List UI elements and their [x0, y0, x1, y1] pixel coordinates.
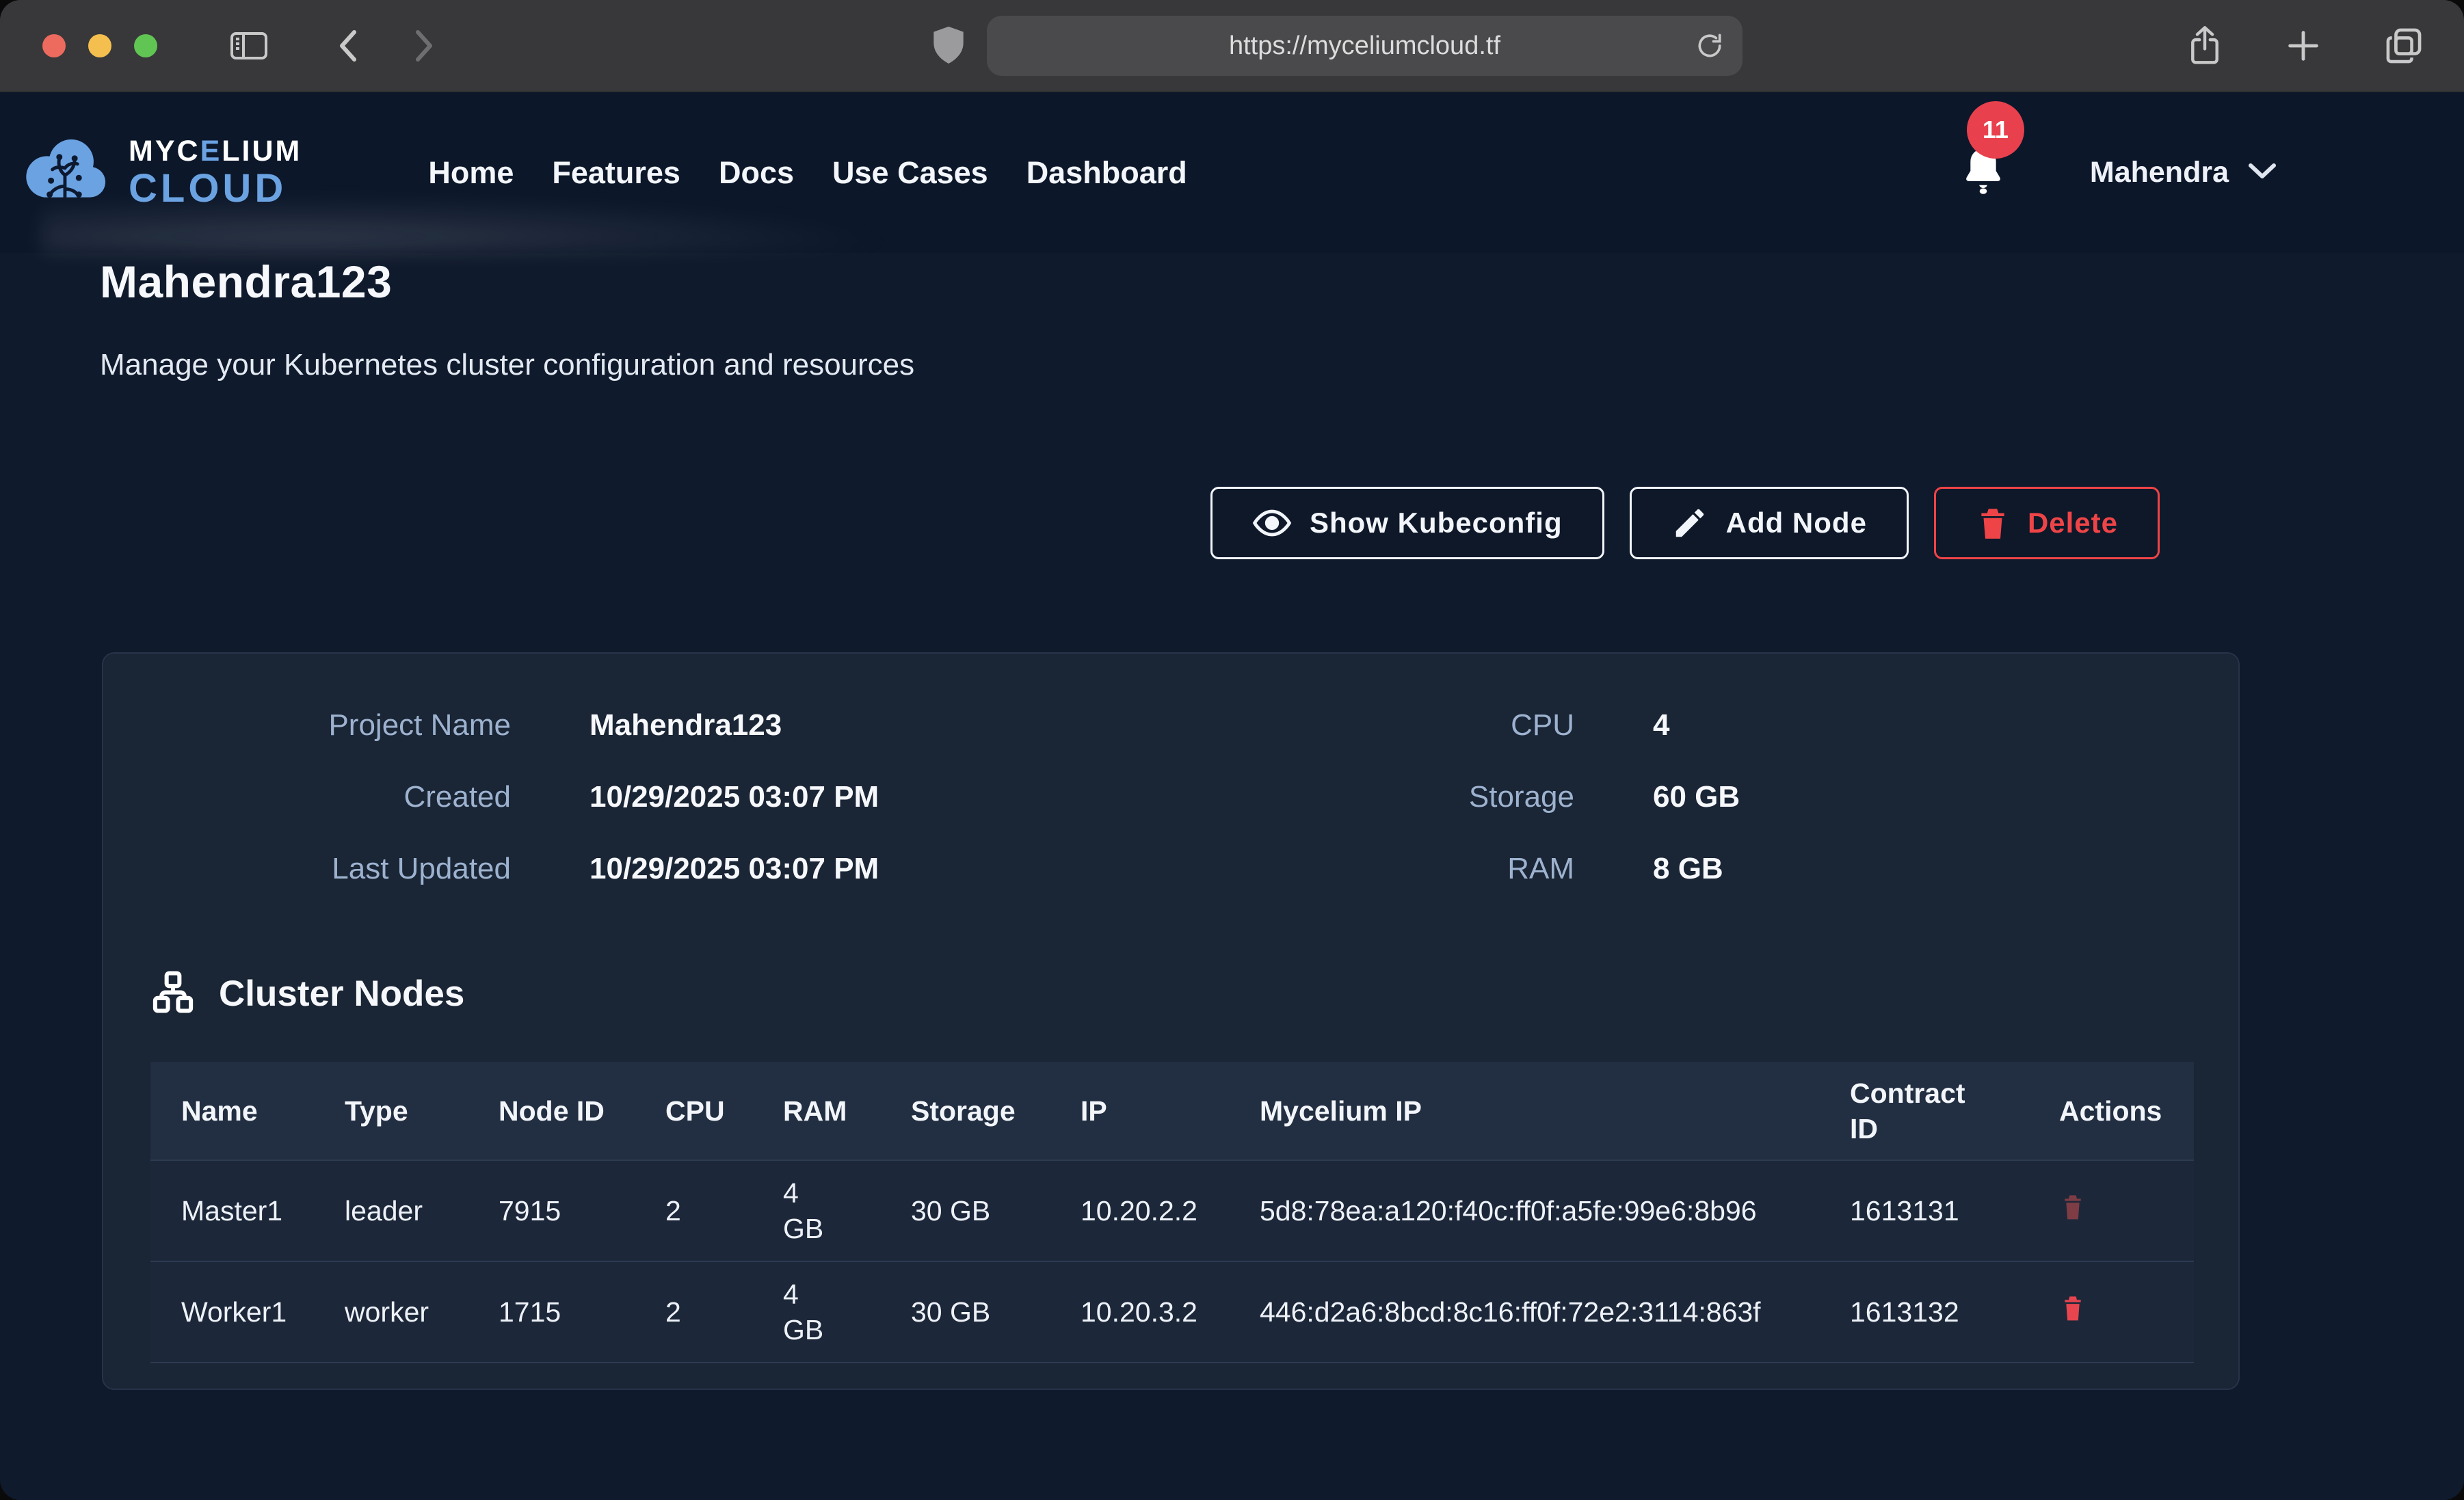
- node-cell-ram: 4 GB: [752, 1261, 880, 1363]
- site-header: MYCELIUM CLOUD HomeFeaturesDocsUse Cases…: [0, 92, 2464, 253]
- info-value: Mahendra123: [589, 708, 879, 742]
- project-info-right: CPU 4 Storage 60 GB RAM 8 GB: [1122, 708, 1740, 886]
- main-nav: Home Features Docs Use Cases Dashboard: [428, 155, 1187, 191]
- cluster-actions: Show Kubeconfig Add Node Delete: [1210, 487, 2160, 559]
- node-cell-storage: 30 GB: [880, 1261, 1050, 1363]
- node-cell-ip: 10.20.2.2: [1050, 1160, 1229, 1261]
- node-cell-ram: 4 GB: [752, 1160, 880, 1261]
- page-subtitle: Manage your Kubernetes cluster configura…: [100, 348, 914, 382]
- show-kubeconfig-button[interactable]: Show Kubeconfig: [1210, 487, 1604, 559]
- network-nodes-icon: [150, 969, 196, 1018]
- nav-item-home[interactable]: Home: [428, 155, 514, 191]
- close-window-button[interactable]: [42, 34, 66, 57]
- delete-node-icon[interactable]: [2059, 1293, 2087, 1323]
- notifications-button[interactable]: 11: [1959, 144, 2008, 202]
- nav-item-features[interactable]: Features: [552, 155, 680, 191]
- tab-overview-icon[interactable]: [2383, 25, 2424, 66]
- page-title: Mahendra123: [100, 256, 392, 308]
- node-row-master1: Master1leader791524 GB30 GB10.20.2.25d8:…: [150, 1160, 2194, 1261]
- nodes-table: NameTypeNode IDCPURAMStorageIPMycelium I…: [150, 1062, 2194, 1363]
- node-actions-cell: [2028, 1261, 2194, 1363]
- node-cell-name: Master1: [150, 1160, 314, 1261]
- traffic-lights: [42, 34, 157, 57]
- info-label: Project Name: [103, 708, 511, 742]
- node-cell-storage: 30 GB: [880, 1160, 1050, 1261]
- delete-node-icon[interactable]: [2059, 1192, 2087, 1222]
- node-cell-nodeid: 7915: [468, 1160, 635, 1261]
- column-header-cpu: CPU: [635, 1062, 752, 1160]
- node-cell-ip: 10.20.3.2: [1050, 1261, 1229, 1363]
- forward-icon[interactable]: [408, 27, 438, 65]
- info-value: 10/29/2025 03:07 PM: [589, 780, 879, 814]
- node-cell-mycip: 446:d2a6:8bcd:8c16:ff0f:72e2:3114:863f: [1229, 1261, 1819, 1363]
- column-header-type: Type: [314, 1062, 468, 1160]
- brand-e-accent: E: [200, 135, 222, 168]
- project-info-left: Project Name Mahendra123 Created 10/29/2025…: [103, 708, 879, 886]
- column-header-name: Name: [150, 1062, 314, 1160]
- node-cell-cpu: 2: [635, 1160, 752, 1261]
- node-cell-mycip: 5d8:78ea:a120:f40c:ff0f:a5fe:99e6:8b96: [1229, 1160, 1819, 1261]
- cluster-nodes-heading: Cluster Nodes: [150, 969, 464, 1018]
- minimize-window-button[interactable]: [88, 34, 111, 57]
- notification-badge: 11: [1967, 101, 2024, 159]
- back-icon[interactable]: [334, 27, 364, 65]
- info-value: 8 GB: [1653, 852, 1740, 886]
- browser-toolbar: https://myceliumcloud.tf: [0, 0, 2464, 92]
- node-cell-contract: 1613132: [1819, 1261, 2028, 1363]
- info-label: CPU: [1122, 708, 1574, 742]
- node-actions-cell: [2028, 1160, 2194, 1261]
- column-header-actions: Actions: [2028, 1062, 2194, 1160]
- node-cell-contract: 1613131: [1819, 1160, 2028, 1261]
- info-value: 4: [1653, 708, 1740, 742]
- node-cell-cpu: 2: [635, 1261, 752, 1363]
- column-header-ram: RAM: [752, 1062, 880, 1160]
- share-icon[interactable]: [2186, 25, 2223, 67]
- info-label: RAM: [1122, 852, 1574, 886]
- user-name: Mahendra: [2090, 156, 2229, 189]
- info-value: 10/29/2025 03:07 PM: [589, 852, 879, 886]
- reload-icon[interactable]: [1695, 31, 1725, 61]
- info-label: Created: [103, 780, 511, 814]
- nav-item-dashboard[interactable]: Dashboard: [1026, 155, 1187, 191]
- address-bar[interactable]: https://myceliumcloud.tf: [987, 16, 1743, 76]
- pencil-icon: [1671, 505, 1708, 541]
- trash-icon: [1976, 505, 2010, 541]
- column-header-storage: Storage: [880, 1062, 1050, 1160]
- add-node-button[interactable]: Add Node: [1630, 487, 1909, 559]
- delete-cluster-button[interactable]: Delete: [1934, 487, 2160, 559]
- info-value: 60 GB: [1653, 780, 1740, 814]
- cluster-nodes-title: Cluster Nodes: [219, 973, 464, 1015]
- nav-item-docs[interactable]: Docs: [719, 155, 794, 191]
- column-header-ip: IP: [1050, 1062, 1229, 1160]
- node-cell-type: leader: [314, 1160, 468, 1261]
- column-header-contract: Contract ID: [1819, 1062, 2028, 1160]
- chevron-down-icon: [2247, 160, 2278, 185]
- nav-item-use-cases[interactable]: Use Cases: [832, 155, 988, 191]
- zoom-window-button[interactable]: [134, 34, 157, 57]
- new-tab-icon[interactable]: [2283, 26, 2323, 66]
- bell-icon: [1959, 189, 2008, 201]
- privacy-shield-icon[interactable]: [931, 25, 966, 67]
- user-menu[interactable]: Mahendra: [2090, 156, 2278, 189]
- node-cell-nodeid: 1715: [468, 1261, 635, 1363]
- node-cell-type: worker: [314, 1261, 468, 1363]
- blurred-title-smudge: [41, 195, 903, 253]
- info-label: Last Updated: [103, 852, 511, 886]
- column-header-mycip: Mycelium IP: [1229, 1062, 1819, 1160]
- sidebar-toggle-icon[interactable]: [229, 29, 269, 62]
- eye-icon: [1252, 503, 1292, 543]
- page-content: Mahendra123 Manage your Kubernetes clust…: [0, 92, 2464, 1500]
- nodes-table-header: NameTypeNode IDCPURAMStorageIPMycelium I…: [150, 1062, 2194, 1160]
- url-text: https://myceliumcloud.tf: [1229, 31, 1500, 61]
- node-cell-name: Worker1: [150, 1261, 314, 1363]
- browser-window: https://myceliumcloud.tf Mahendra123 Man…: [0, 0, 2464, 1500]
- info-label: Storage: [1122, 780, 1574, 814]
- column-header-nodeid: Node ID: [468, 1062, 635, 1160]
- cluster-info-card: Project Name Mahendra123 Created 10/29/2025…: [102, 652, 2240, 1390]
- node-row-worker1: Worker1worker171524 GB30 GB10.20.3.2446:…: [150, 1261, 2194, 1363]
